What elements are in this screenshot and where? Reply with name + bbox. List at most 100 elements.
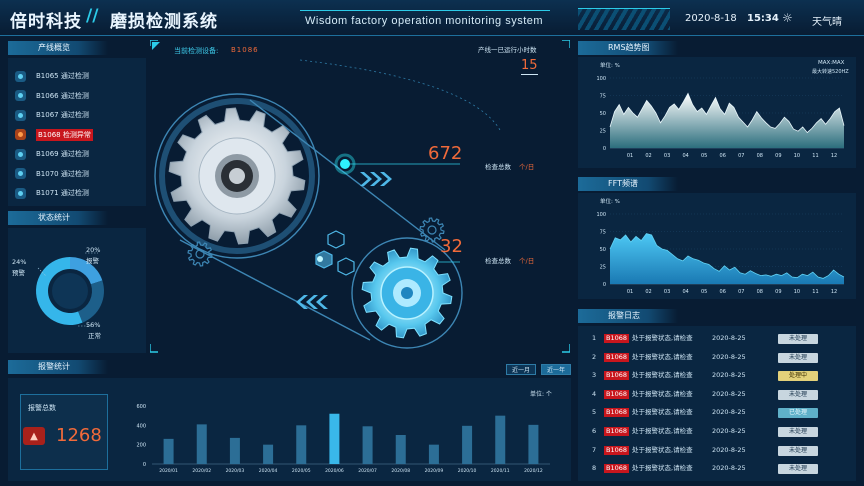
x-tick-label: 07 [738,153,744,159]
x-tick-label: 10 [794,289,800,295]
bar-category-label: 2020/08 [391,468,410,474]
alarm-log-row[interactable]: 5 B1068 处于报警状态,请检查 2020-8-25 已处理 [588,405,850,419]
bar-2020/03 [229,437,240,464]
bar-category-label: 2020/04 [259,468,278,474]
x-tick-label: 04 [682,289,688,295]
alarm-total-value: 1268 [56,425,102,446]
x-tick-label: 05 [701,153,707,159]
log-date: 2020-8-25 [712,389,746,398]
alarm-bar-chart: 0 200 400 600 2020/01 2020/02 2020/03 2020/04 20… [136,404,550,474]
alarm-log-row[interactable]: 6 B1068 处于报警状态,请检查 2020-8-25 未处理 [588,424,850,438]
center-gear-scene [150,40,570,353]
product-item[interactable]: B1071 通过检测 [15,187,89,199]
bar-2020/02 [196,424,207,464]
recent-month-button[interactable]: 近一月 [506,364,536,375]
rms-title: RMS趋势图 [578,41,678,55]
x-tick-label: 10 [794,153,800,159]
x-tick-label: 03 [664,153,670,159]
log-status-button[interactable]: 未处理 [778,445,818,456]
alarm-log-row[interactable]: 2 B1068 处于报警状态,请检查 2020-8-25 未处理 [588,350,850,364]
slice-normal-pct: 56% [86,321,101,329]
bar-category-label: 2020/06 [325,468,344,474]
alarm-log-row[interactable]: 3 B1068 处于报警状态,请检查 2020-8-25 处理中 [588,368,850,382]
y-tick-label: 50 [600,111,606,117]
product-label: B1066 通过检测 [36,91,89,100]
slice-alarm-label: 报警 [86,257,99,265]
log-message: 处于报警状态,请检查 [632,464,693,473]
product-item[interactable]: B1070 通过检测 [15,168,89,180]
log-index: 4 [592,389,597,398]
log-status-button[interactable]: 已处理 [778,408,818,419]
log-index: 5 [592,408,597,417]
status-dot-icon [15,109,26,121]
alarm-log-row[interactable]: 7 B1068 处于报警状态,请检查 2020-8-25 未处理 [588,443,850,457]
slice-warning-label: 预警 [12,269,25,277]
recent-year-button[interactable]: 近一年 [541,364,571,375]
log-message: 处于报警状态,请检查 [632,389,693,398]
sun-icon: ☼ [782,11,793,25]
fft-area-chart: 0 25 50 75 100 01 02 03 04 05 06 07 08 09 10 11 12 [596,212,845,295]
log-status-button[interactable]: 未处理 [778,334,818,344]
product-item[interactable]: B1068 检测异常 [15,128,93,141]
product-label: B1071 通过检测 [36,189,89,197]
x-tick-label: 06 [720,289,726,295]
x-tick-label: 07 [738,289,744,295]
stat1-unit: 个/日 [519,163,535,171]
log-date: 2020-8-25 [712,427,746,435]
y-tick-label: 100 [596,76,606,82]
alarm-total-label: 报警总数 [28,404,56,412]
log-device: B1068 [604,445,630,455]
bar-category-label: 2020/11 [491,468,510,474]
log-index: 3 [592,371,597,380]
bar-y-tick: 400 [136,423,146,429]
runtime-label: 产线一已运行小时数 [478,46,537,54]
product-label: B1069 通过检测 [36,150,89,158]
log-message: 处于报警状态,请检查 [632,427,693,435]
alarm-log-row[interactable]: 8 B1068 处于报警状态,请检查 2020-8-25 未处理 [588,461,850,475]
log-status-button[interactable]: 处理中 [778,371,818,382]
device-label: 当前检测设备: [174,47,219,55]
bar-2020/05 [296,425,307,464]
alarm-log-row[interactable]: 1 B1068 处于报警状态,请检查 2020-8-25 未处理 [588,331,850,345]
log-index: 2 [592,352,597,361]
stat2-value: 32 [440,236,463,257]
log-status-button[interactable]: 未处理 [778,352,818,363]
log-status-button[interactable]: 未处理 [778,464,818,475]
log-status-button[interactable]: 未处理 [778,427,818,437]
log-status-button[interactable]: 未处理 [778,389,818,400]
y-tick-label: 0 [603,282,606,288]
log-message: 处于报警状态,请检查 [632,408,693,417]
log-date: 2020-8-25 [712,445,746,454]
header-time: 15:34 [747,13,779,24]
product-item[interactable]: B1065 通过检测 [15,70,89,82]
alarm-log-title: 报警日志 [578,309,678,323]
y-tick-label: 0 [603,146,606,152]
bar-2020/08 [395,435,406,464]
stat2-unit: 个/日 [519,257,535,265]
log-device: B1068 [604,334,630,343]
bar-category-label: 2020/12 [524,468,543,474]
status-dot-icon [15,187,26,199]
bar-y-tick: 200 [136,443,146,449]
log-message: 处于报警状态,请检查 [632,352,693,361]
log-device: B1068 [604,408,630,418]
y-tick-label: 25 [600,265,606,271]
status-donut-chart [36,252,104,327]
product-item[interactable]: B1069 通过检测 [15,148,89,160]
bar-2020/11 [495,415,506,464]
log-index: 1 [592,334,597,342]
alarm-log-row[interactable]: 4 B1068 处于报警状态,请检查 2020-8-25 未处理 [588,387,850,401]
bar-category-label: 2020/02 [192,468,211,474]
y-tick-label: 50 [600,247,606,253]
bar-2020/12 [528,424,539,464]
product-item[interactable]: B1066 通过检测 [15,90,89,102]
bar-category-label: 2020/05 [292,468,311,474]
product-item[interactable]: B1067 通过检测 [15,109,89,121]
slice-warning-pct: 24% [12,258,27,266]
product-label: B1065 通过检测 [36,72,89,80]
bar-2020/06 [329,413,340,464]
log-device: B1068 [604,352,630,362]
log-device: B1068 [604,427,630,436]
bar-category-label: 2020/07 [358,468,377,474]
bar-y-tick: 600 [136,404,146,410]
